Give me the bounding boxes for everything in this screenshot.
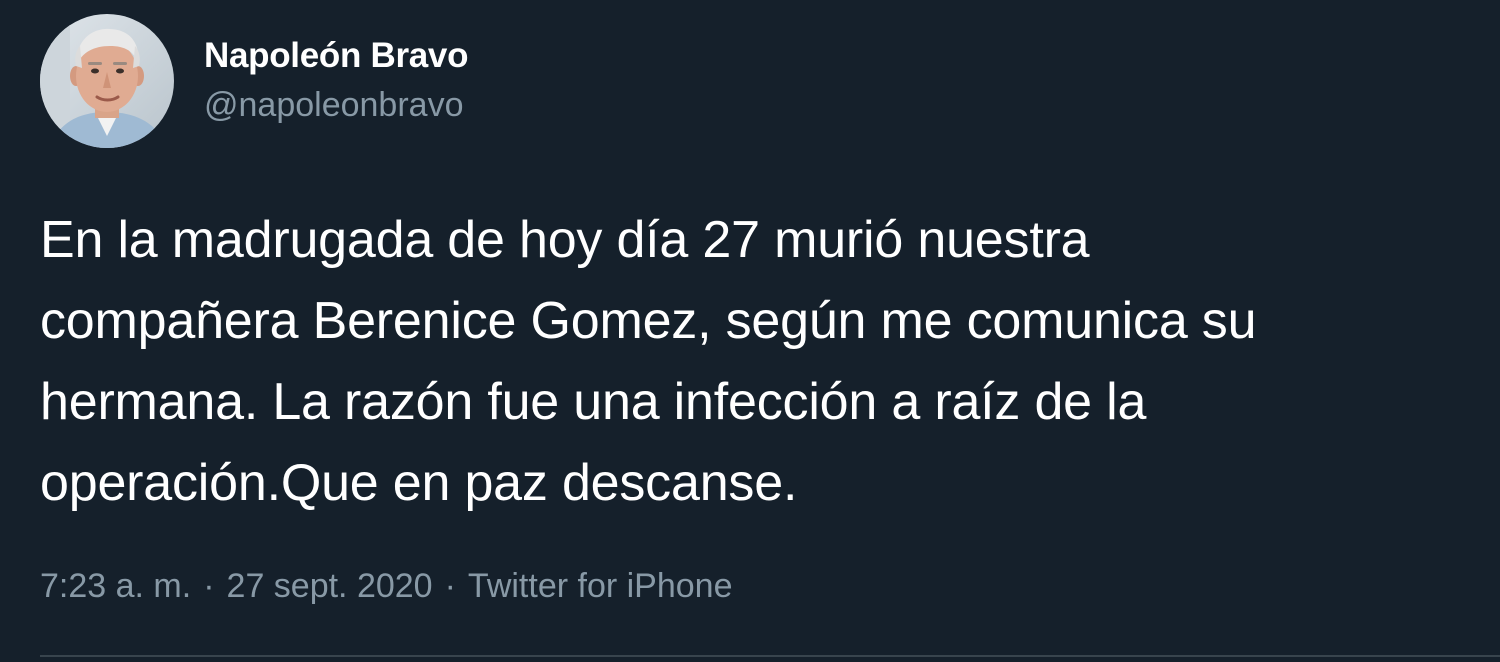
tweet-date[interactable]: 27 sept. 2020 bbox=[227, 567, 433, 605]
meta-separator: · bbox=[444, 567, 456, 605]
tweet-metadata: 7:23 a. m. · 27 sept. 2020 · Twitter for iPh… bbox=[40, 563, 732, 609]
avatar[interactable] bbox=[40, 14, 174, 148]
display-name[interactable]: Napoleón Bravo bbox=[204, 34, 468, 78]
profile-photo-icon bbox=[40, 14, 174, 148]
meta-separator: · bbox=[203, 567, 215, 605]
tweet-time[interactable]: 7:23 a. m. bbox=[40, 567, 191, 605]
author-names: Napoleón Bravo @napoleonbravo bbox=[204, 34, 468, 128]
tweet-source[interactable]: Twitter for iPhone bbox=[468, 567, 733, 605]
tweet-card: Napoleón Bravo @napoleonbravo En la madr… bbox=[0, 0, 1500, 662]
username-handle[interactable]: @napoleonbravo bbox=[204, 82, 468, 128]
tweet-header: Napoleón Bravo @napoleonbravo bbox=[40, 14, 468, 154]
tweet-text: En la madrugada de hoy día 27 murió nues… bbox=[40, 211, 1257, 512]
divider bbox=[40, 655, 1500, 657]
